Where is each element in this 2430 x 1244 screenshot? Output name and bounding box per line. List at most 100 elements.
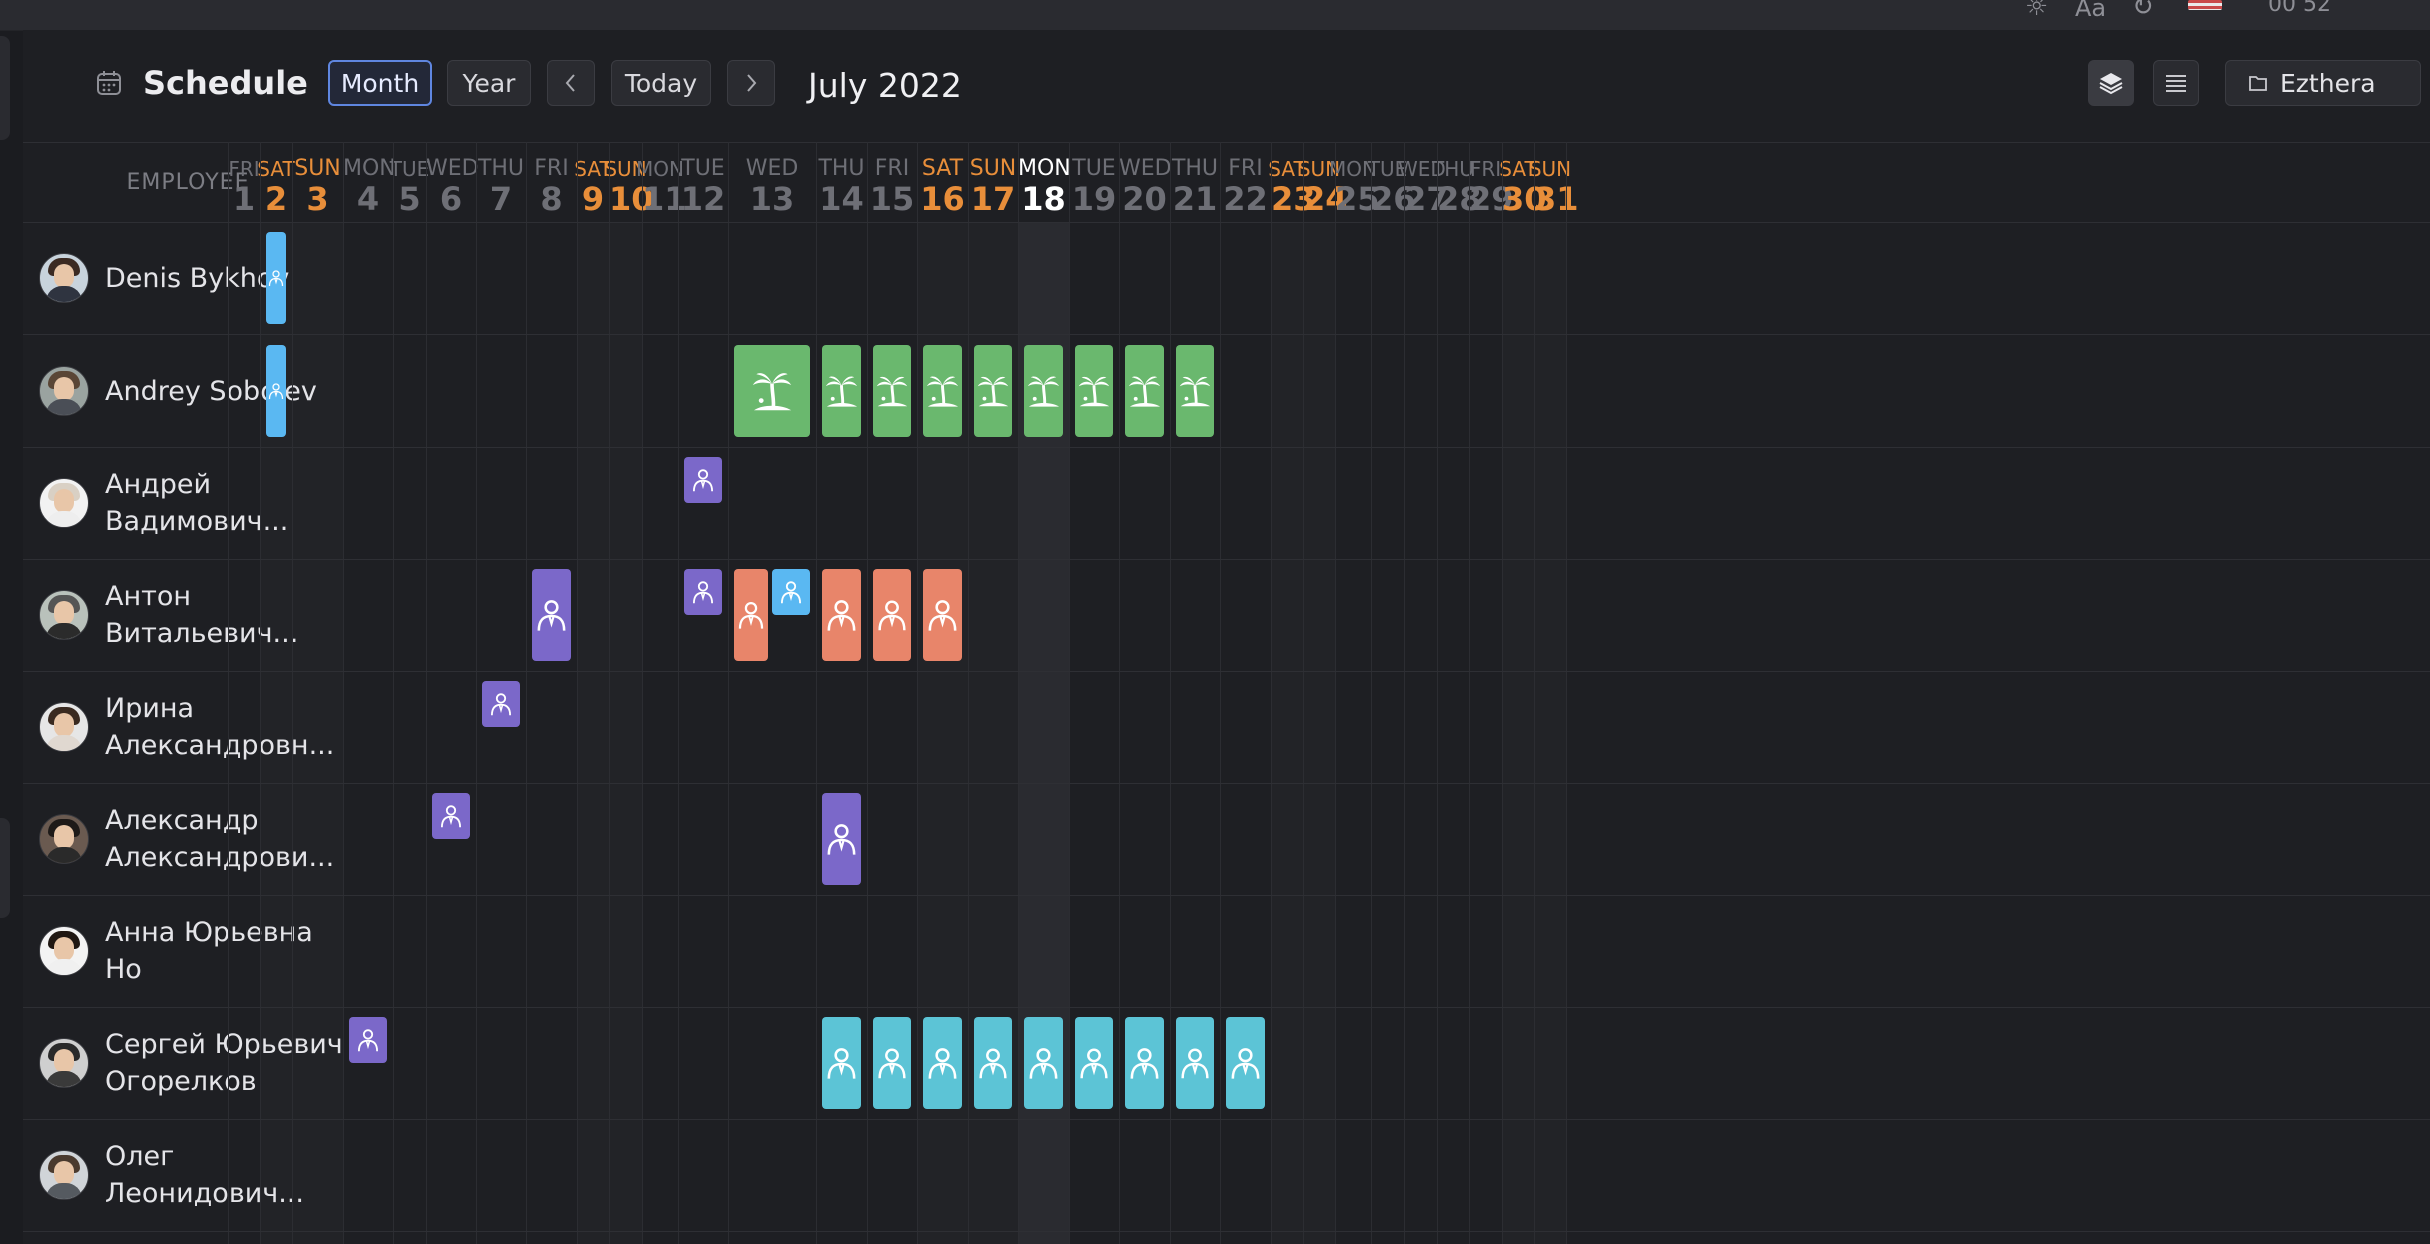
event-purple-shift[interactable] [532,569,571,661]
avatar[interactable] [39,253,89,303]
day-header-5[interactable]: TUE 5 [390,142,430,222]
event-purple-shift[interactable] [822,793,861,885]
day-header-14[interactable]: THU 14 [816,142,867,222]
event-cyan-shift[interactable] [1125,1017,1164,1109]
day-header-28[interactable]: THU 28 [1432,142,1481,222]
event-green-vacation[interactable] [1125,345,1164,437]
event-green-vacation[interactable] [1176,345,1214,437]
employee-cell[interactable]: Сергей Юрьевич Огорелков [23,1007,353,1119]
day-header-21[interactable]: THU 21 [1170,142,1220,222]
employee-cell[interactable]: Андрей Вадимович... [23,447,353,559]
event-purple-shift[interactable] [684,457,722,503]
event-cyan-shift[interactable] [974,1017,1012,1109]
event-blue-shift[interactable] [772,569,810,615]
day-header-9[interactable]: SAT 9 [574,142,611,222]
event-green-vacation[interactable] [1075,345,1113,437]
day-header-27[interactable]: WED 27 [1398,142,1449,222]
day-header-8[interactable]: FRI 8 [526,142,577,222]
avatar[interactable] [39,1038,89,1088]
day-header-18[interactable]: MON 18 [1018,142,1071,222]
day-header-24[interactable]: SUN 24 [1298,142,1348,222]
month-view-button[interactable]: Month [328,60,432,106]
event-green-vacation[interactable] [974,345,1012,437]
day-header-row: FRI 1 SAT 2 SUN 3 MON 4 TUE 5 WED 6 THU 7 FRI 8 SAT 9 SUN 1… [23,142,2430,222]
layers-view-button[interactable] [2088,60,2134,106]
day-header-31[interactable]: SUN 31 [1529,142,1579,222]
day-header-2[interactable]: SAT 2 [257,142,294,222]
event-cyan-shift[interactable] [1226,1017,1265,1109]
refresh-icon[interactable]: ↻ [2132,0,2154,22]
event-cyan-shift[interactable] [923,1017,962,1109]
person-tie-icon [878,1048,906,1079]
event-orange-shift[interactable] [734,569,768,661]
day-header-20[interactable]: WED 20 [1119,142,1172,222]
event-purple-shift[interactable] [684,569,722,615]
day-header-4[interactable]: MON 4 [343,142,396,222]
event-blue-shift[interactable] [266,232,286,324]
employee-cell[interactable]: Александр Александрови... [23,783,353,895]
avatar[interactable] [39,366,89,416]
event-orange-shift[interactable] [923,569,962,661]
event-cyan-shift[interactable] [822,1017,861,1109]
day-header-17[interactable]: SUN 17 [968,142,1018,222]
event-blue-shift[interactable] [266,345,286,437]
avatar[interactable] [39,702,89,752]
previous-period-button[interactable] [547,60,595,106]
day-header-26[interactable]: TUE 26 [1368,142,1416,222]
employee-cell[interactable]: Анна Юрьевна Но [23,895,353,1007]
employee-cell[interactable]: Олег Леонидович... [23,1119,353,1231]
employee-cell[interactable]: Andrey Sobolev [23,335,353,447]
day-header-7[interactable]: THU 7 [476,142,526,222]
employee-cell[interactable]: Антон Витальевич... [23,559,353,671]
day-header-1[interactable]: FRI 1 [228,142,260,222]
event-green-vacation[interactable] [822,345,861,437]
day-header-11[interactable]: MON 11 [636,142,687,222]
us-flag-icon[interactable] [2188,0,2222,10]
person-tie-icon [928,600,957,631]
day-header-13[interactable]: WED 13 [728,142,816,222]
event-green-vacation[interactable] [923,345,962,437]
event-purple-shift[interactable] [349,1017,387,1063]
year-view-button[interactable]: Year [447,60,531,106]
avatar[interactable] [39,926,89,976]
day-header-12[interactable]: TUE 12 [678,142,728,222]
day-header-10[interactable]: SUN 10 [604,142,653,222]
avatar[interactable] [39,814,89,864]
day-header-16[interactable]: SAT 16 [917,142,968,222]
day-header-25[interactable]: MON 25 [1329,142,1380,222]
day-header-30[interactable]: SAT 30 [1499,142,1546,222]
day-header-23[interactable]: SAT 23 [1268,142,1315,222]
event-green-vacation[interactable] [734,345,810,437]
sun-icon[interactable]: ☼ [2025,0,2048,22]
event-orange-shift[interactable] [822,569,861,661]
event-purple-shift[interactable] [432,793,470,839]
event-cyan-shift[interactable] [1024,1017,1063,1109]
day-header-6[interactable]: WED 6 [426,142,479,222]
employee-cell[interactable]: Ирина Александровн... [23,671,353,783]
event-cyan-shift[interactable] [1176,1017,1214,1109]
person-tie-icon [268,270,284,287]
event-purple-shift[interactable] [482,681,520,727]
employee-cell[interactable]: Denis Bykhov [23,222,353,334]
grid-row-line [23,1231,2430,1232]
event-cyan-shift[interactable] [873,1017,911,1109]
avatar[interactable] [39,478,89,528]
event-orange-shift[interactable] [873,569,911,661]
avatar[interactable] [39,1150,89,1200]
day-header-3[interactable]: SUN 3 [292,142,343,222]
day-header-22[interactable]: FRI 22 [1220,142,1271,222]
day-header-29[interactable]: FRI 29 [1469,142,1514,222]
person-tie-icon [537,600,566,631]
day-header-19[interactable]: TUE 19 [1069,142,1119,222]
today-button[interactable]: Today [611,60,711,106]
next-period-button[interactable] [727,60,775,106]
list-view-button[interactable] [2153,60,2199,106]
event-cyan-shift[interactable] [1075,1017,1113,1109]
employee-row: Анна Юрьевна Но [23,895,2430,1007]
event-green-vacation[interactable] [873,345,911,437]
font-size-icon[interactable]: Aa [2075,0,2106,22]
day-header-15[interactable]: FRI 15 [867,142,917,222]
organization-selector[interactable]: Ezthera [2225,60,2421,106]
avatar[interactable] [39,590,89,640]
event-green-vacation[interactable] [1024,345,1063,437]
